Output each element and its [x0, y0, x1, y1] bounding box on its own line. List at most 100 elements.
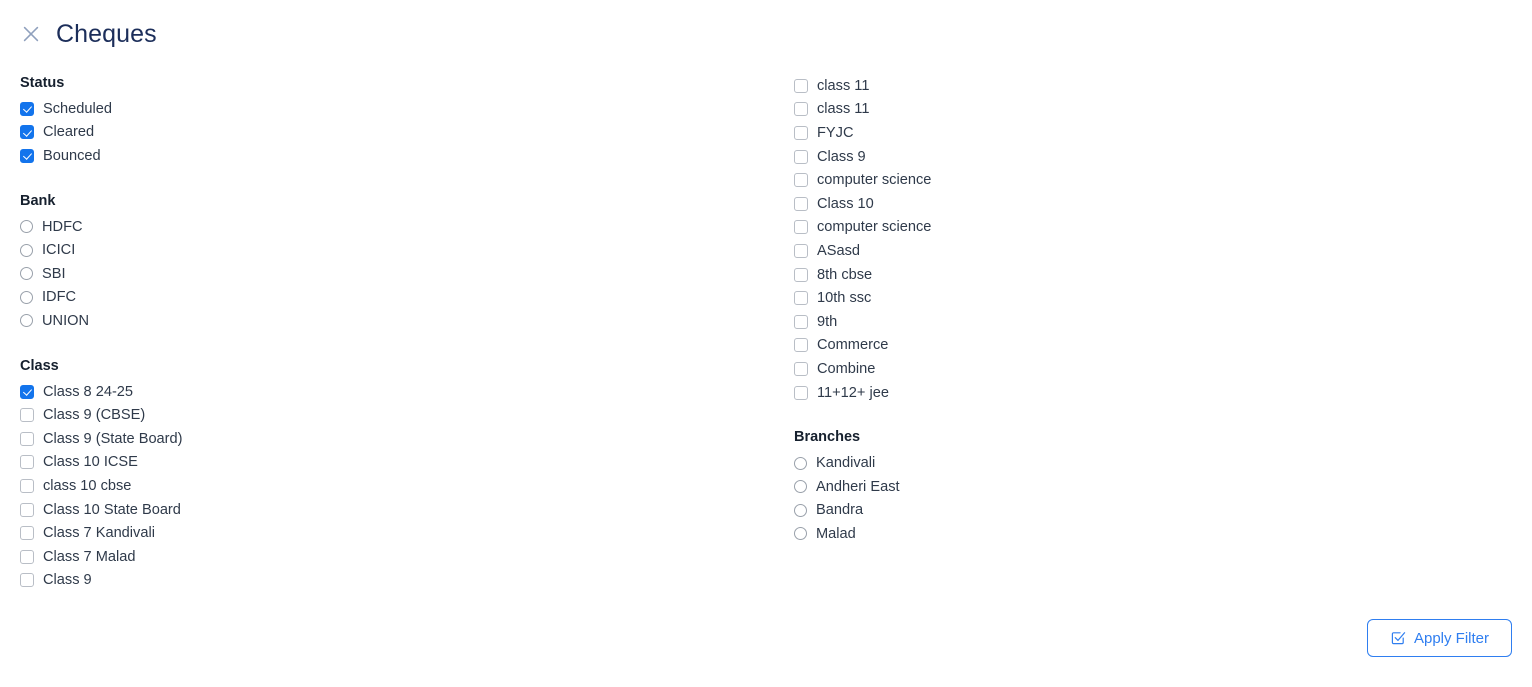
checkbox[interactable] — [20, 101, 34, 116]
checkbox[interactable] — [794, 220, 808, 235]
checkbox[interactable] — [794, 314, 808, 329]
option-label: 11+12+ jee — [817, 384, 889, 401]
radio-button[interactable] — [20, 267, 33, 281]
radio-button[interactable] — [794, 456, 807, 470]
checkbox-option-row[interactable]: 8th cbse — [794, 263, 1494, 287]
checkbox[interactable] — [20, 573, 34, 588]
option-label: Class 7 Malad — [43, 548, 136, 565]
checkbox[interactable] — [794, 243, 808, 258]
apply-filter-label: Apply Filter — [1413, 629, 1490, 647]
checkbox-option-row[interactable]: Class 10 — [794, 192, 1494, 216]
checkbox[interactable] — [794, 173, 808, 188]
checkbox[interactable] — [20, 549, 34, 564]
checkbox[interactable] — [20, 431, 34, 446]
option-label: Class 10 State Board — [43, 501, 181, 518]
checkbox-option-row[interactable]: class 11 — [794, 74, 1494, 98]
radio-option-row[interactable]: Andheri East — [794, 475, 1494, 499]
radio-option-row[interactable]: UNION — [20, 309, 760, 333]
filter-panel: Cheques Status Scheduled Cleared Bounced Ban… — [0, 0, 1532, 687]
checkbox[interactable] — [20, 408, 34, 423]
checkbox[interactable] — [794, 102, 808, 117]
checkbox-option-row[interactable]: computer science — [794, 168, 1494, 192]
checkbox-option-row[interactable]: Class 9 (CBSE) — [20, 403, 760, 427]
radio-option-row[interactable]: Malad — [794, 522, 1494, 546]
checkbox-option-row[interactable]: Scheduled — [20, 97, 760, 121]
option-label: Class 7 Kandivali — [43, 525, 155, 542]
checkbox[interactable] — [794, 385, 808, 400]
checkbox[interactable] — [794, 196, 808, 211]
left-filter-column: Status Scheduled Cleared Bounced Bank HDFC ICI… — [20, 74, 760, 592]
checkbox-option-row[interactable]: 9th — [794, 310, 1494, 334]
radio-option-row[interactable]: HDFC — [20, 215, 760, 239]
radio-button[interactable] — [20, 314, 33, 328]
checkbox[interactable] — [20, 478, 34, 493]
checkbox-option-row[interactable]: Commerce — [794, 334, 1494, 358]
checkbox-option-row[interactable]: Class 7 Malad — [20, 545, 760, 569]
apply-filter-button[interactable]: Apply Filter — [1367, 619, 1512, 657]
checkbox-option-row[interactable]: Class 9 — [20, 569, 760, 593]
checkbox-option-row[interactable]: Class 8 24-25 — [20, 380, 760, 404]
checkbox[interactable] — [794, 267, 808, 282]
option-label: Commerce — [817, 337, 889, 354]
option-label: class 10 cbse — [43, 477, 132, 494]
checkbox-option-row[interactable]: Cleared — [20, 121, 760, 145]
checkbox[interactable] — [794, 149, 808, 164]
checkbox-option-row[interactable]: Class 10 ICSE — [20, 451, 760, 475]
option-label: class 11 — [817, 101, 870, 118]
checkbox-option-row[interactable]: Bounced — [20, 144, 760, 168]
checkbox[interactable] — [20, 384, 34, 399]
option-label: Andheri East — [816, 478, 900, 495]
radio-option-row[interactable]: Bandra — [794, 499, 1494, 523]
option-label: Combine — [817, 360, 876, 377]
checkbox-option-row[interactable]: ASasd — [794, 239, 1494, 263]
checkbox-option-row[interactable]: 10th ssc — [794, 286, 1494, 310]
checkbox-option-row[interactable]: class 10 cbse — [20, 474, 760, 498]
radio-button[interactable] — [20, 290, 33, 304]
page-title: Cheques — [56, 19, 157, 48]
checkbox-option-row[interactable]: FYJC — [794, 121, 1494, 145]
filter-group-class: Class Class 8 24-25 Class 9 (CBSE) Class 9 … — [20, 357, 760, 592]
option-label: Kandivali — [816, 455, 876, 472]
checkbox[interactable] — [20, 455, 34, 470]
checkbox[interactable] — [20, 526, 34, 541]
checkbox-option-row[interactable]: Class 10 State Board — [20, 498, 760, 522]
radio-button[interactable] — [794, 503, 807, 517]
option-label: 8th cbse — [817, 266, 873, 283]
checkbox-option-row[interactable]: computer science — [794, 216, 1494, 240]
checkbox[interactable] — [794, 361, 808, 376]
checkbox-option-row[interactable]: Class 7 Kandivali — [20, 521, 760, 545]
checkbox[interactable] — [20, 148, 34, 163]
checkbox[interactable] — [20, 125, 34, 140]
radio-button[interactable] — [20, 243, 33, 257]
option-label: 9th — [817, 313, 838, 330]
radio-option-row[interactable]: IDFC — [20, 286, 760, 310]
close-icon[interactable] — [20, 23, 42, 45]
checkbox-option-row[interactable]: 11+12+ jee — [794, 381, 1494, 405]
radio-option-row[interactable]: Kandivali — [794, 451, 1494, 475]
checkbox[interactable] — [20, 502, 34, 517]
checkbox-option-row[interactable]: Class 9 — [794, 145, 1494, 169]
checkbox[interactable] — [794, 291, 808, 306]
option-label: UNION — [42, 312, 90, 329]
checkbox-option-row[interactable]: Combine — [794, 357, 1494, 381]
option-label: computer science — [817, 219, 932, 236]
option-label: Class 9 (State Board) — [43, 430, 183, 447]
option-label: Bandra — [816, 502, 864, 519]
checkbox[interactable] — [794, 125, 808, 140]
checkbox-option-row[interactable]: class 11 — [794, 98, 1494, 122]
option-label: class 11 — [817, 77, 870, 94]
checkbox[interactable] — [794, 78, 808, 93]
radio-button[interactable] — [794, 480, 807, 494]
option-label: ICICI — [42, 242, 76, 259]
checkbox[interactable] — [794, 338, 808, 353]
checkbox-check-icon — [1391, 632, 1406, 645]
radio-option-row[interactable]: SBI — [20, 262, 760, 286]
checkbox-option-row[interactable]: Class 9 (State Board) — [20, 427, 760, 451]
radio-button[interactable] — [20, 220, 33, 234]
option-label: computer science — [817, 172, 932, 189]
option-label: Cleared — [43, 124, 95, 141]
option-label: Class 9 — [817, 148, 866, 165]
radio-option-row[interactable]: ICICI — [20, 238, 760, 262]
radio-button[interactable] — [794, 527, 807, 541]
filter-group-title: Bank — [20, 192, 56, 209]
